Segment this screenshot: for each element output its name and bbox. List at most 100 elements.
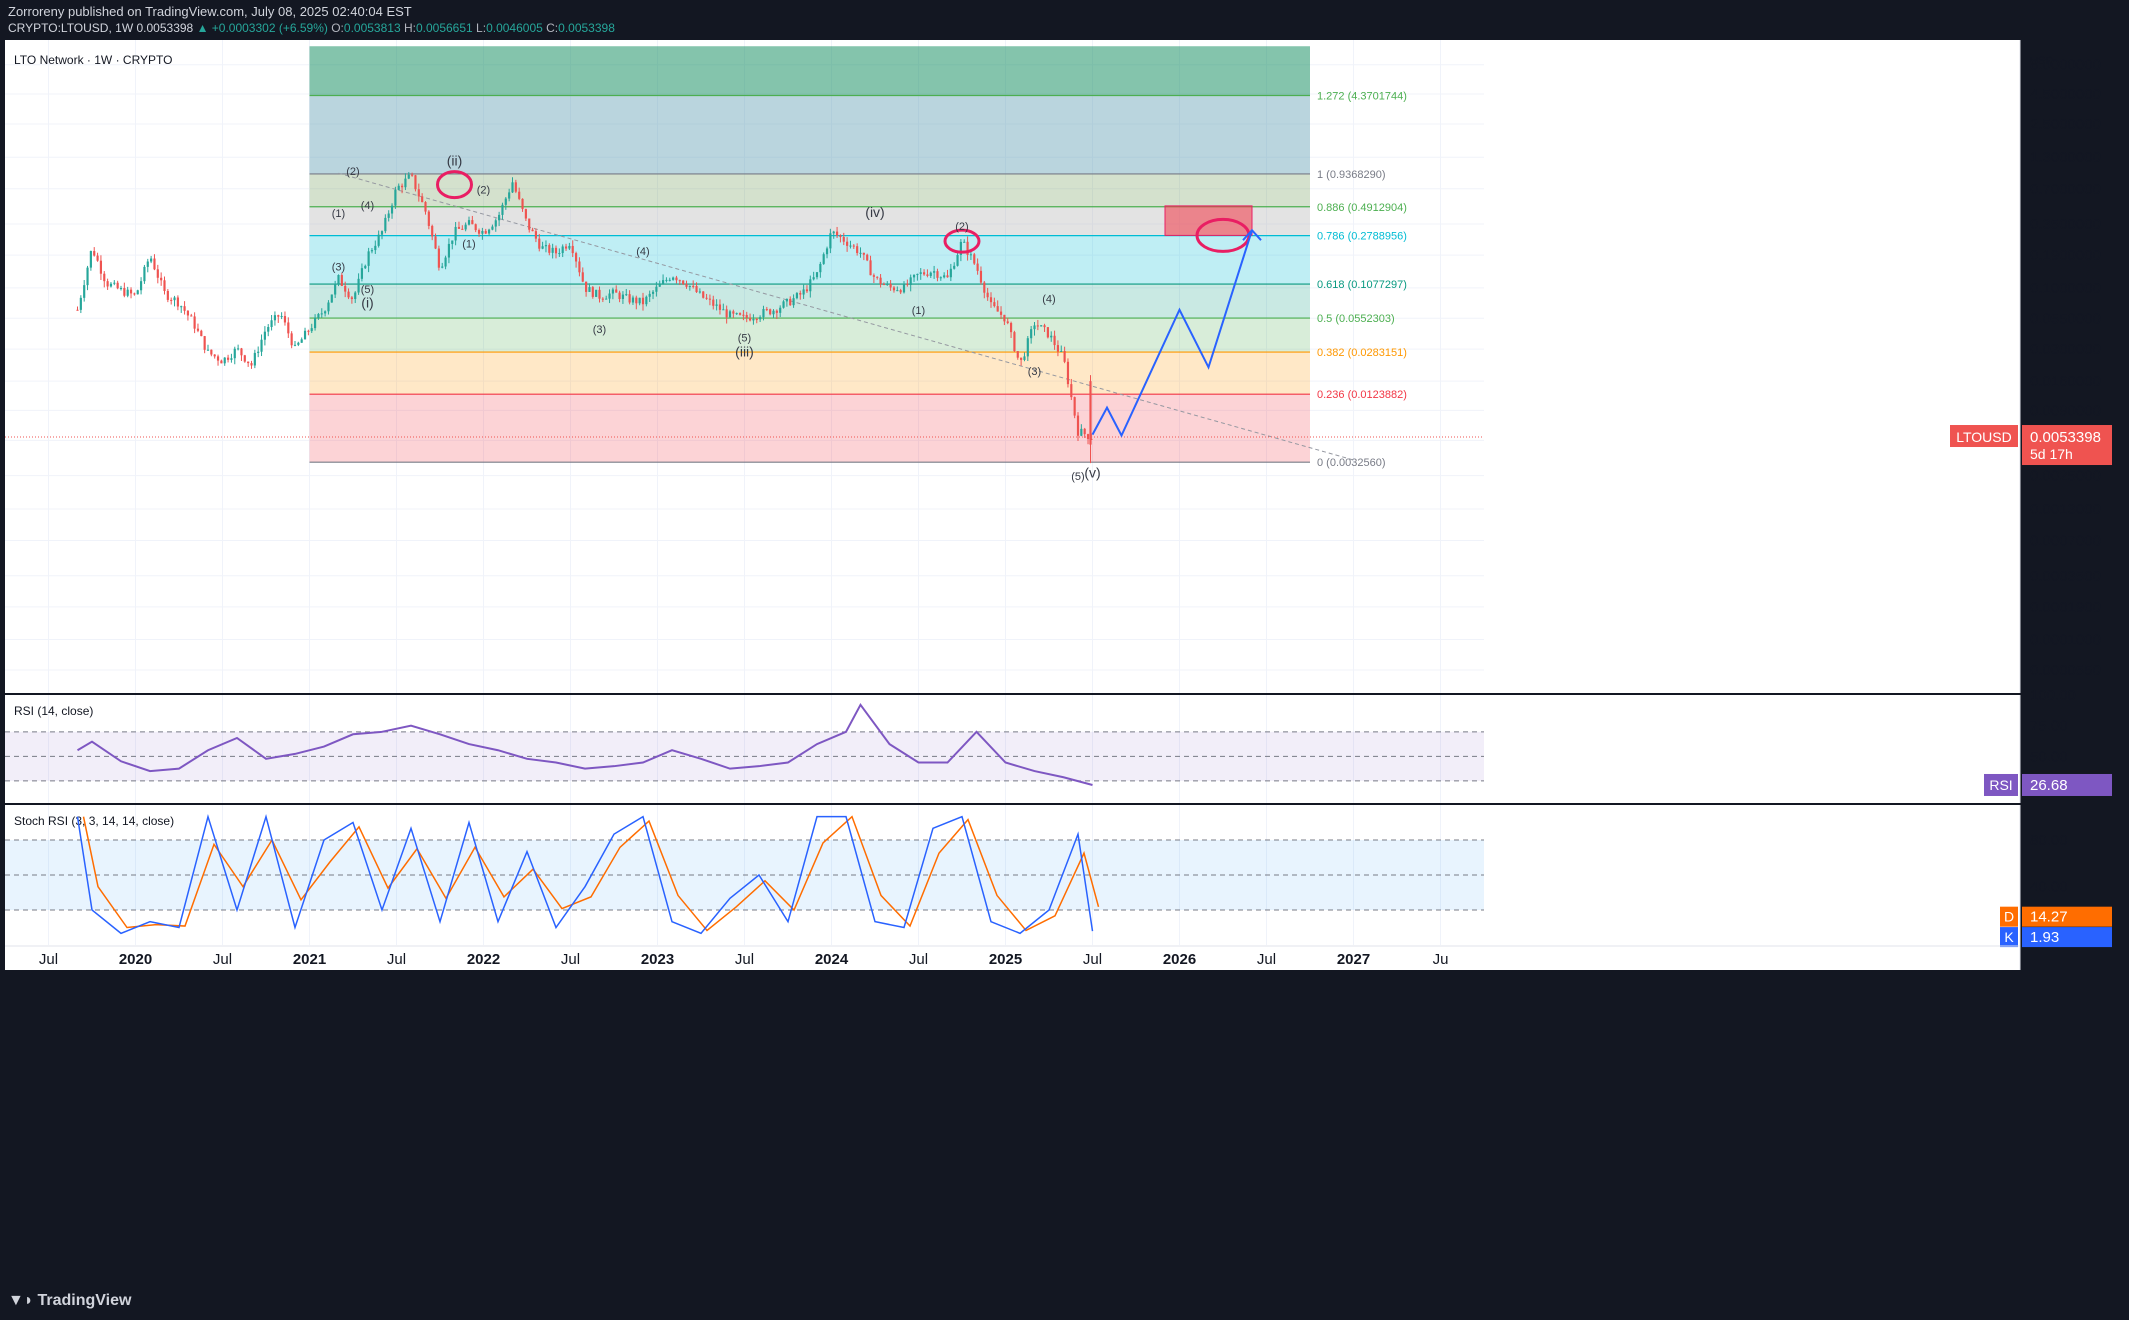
candle-body [939, 277, 942, 279]
price-axis-tick: 0.0550000 [2030, 310, 2101, 327]
candle-body [1013, 332, 1016, 352]
candle-body [976, 263, 979, 271]
candle-body [377, 234, 380, 246]
wave-label: (iii) [735, 343, 754, 359]
symbol-badge-label: LTOUSD [1956, 429, 2012, 445]
candle-body [916, 273, 919, 275]
candle-body [1060, 351, 1063, 353]
fib-zone [309, 206, 1310, 236]
candle-body [678, 280, 681, 282]
candle-body [708, 298, 712, 300]
candle-body [541, 246, 544, 249]
candle-body [979, 270, 983, 283]
candle-body [1030, 329, 1033, 339]
candle-body [591, 287, 594, 297]
candle-body [206, 349, 210, 351]
time-axis-tick: 2024 [815, 951, 849, 968]
candle-body [876, 276, 879, 278]
candle-body [698, 291, 701, 293]
candle-body [983, 282, 986, 293]
candle-body [641, 297, 645, 305]
candle-body [334, 283, 337, 295]
candle-body [370, 250, 374, 252]
candle-body [859, 252, 862, 254]
candle-body [303, 330, 307, 340]
candle-body [1016, 351, 1019, 358]
candle-body [163, 280, 166, 291]
candle-body [1056, 345, 1060, 352]
candle-body [176, 297, 179, 307]
candle-body [86, 267, 89, 286]
stoch-d-name: D [2004, 909, 2014, 925]
candle-body [193, 316, 196, 329]
candle-body [551, 247, 554, 253]
candle-body [357, 278, 360, 293]
candle-body [949, 268, 952, 278]
candle-body [451, 240, 454, 244]
wave-label: (i) [361, 294, 373, 310]
candle-body [156, 269, 159, 278]
stoch-d-value: 14.27 [2030, 909, 2068, 926]
candle-body [658, 284, 661, 287]
fib-zone [309, 46, 1310, 96]
candle-body [1053, 335, 1056, 346]
candle-body [126, 289, 129, 296]
candle-body [267, 327, 270, 332]
candle-body [136, 290, 139, 295]
candle-body [273, 315, 277, 321]
candle-body [240, 348, 243, 356]
candle-body [779, 307, 782, 313]
price-axis-tick: 0.0001900 [2030, 599, 2101, 616]
candle-body [842, 237, 845, 242]
candle-body [564, 246, 568, 249]
rsi-name-label: RSI [1989, 777, 2012, 793]
time-axis-tick: 2022 [467, 951, 500, 968]
candle-body [832, 231, 835, 234]
candle-body [688, 285, 691, 287]
candle-body [735, 313, 738, 315]
chart-canvas[interactable]: 1.272 (4.3701744) 1 (0.9368290) 0.886 (0.4… [0, 0, 2129, 1320]
candle-body [782, 301, 785, 308]
candle-body [166, 290, 169, 300]
candle-body [825, 248, 829, 255]
candle-body [742, 314, 745, 316]
chart-title: LTO Network · 1W · CRYPTO [14, 53, 172, 67]
time-axis-tick: Jul [213, 951, 232, 968]
candle-body [661, 280, 665, 285]
rsi-title: RSI (14, close) [14, 704, 93, 718]
candle-body [457, 226, 461, 229]
time-axis-tick: Jul [387, 951, 406, 968]
candle-body [434, 236, 437, 249]
candle-body [922, 272, 926, 275]
fib-level-label: 0.618 (0.1077297) [1317, 279, 1407, 291]
candle-body [722, 309, 725, 311]
tradingview-logo-icon: ▼◗ [8, 1292, 34, 1309]
time-axis-tick: Jul [735, 951, 754, 968]
candle-body [625, 294, 628, 296]
candle-body [474, 224, 477, 231]
candle-body [909, 277, 912, 285]
candle-body [835, 231, 839, 236]
candle-body [123, 288, 126, 296]
candle-body [397, 185, 400, 190]
candle-body [665, 279, 668, 281]
candle-body [226, 357, 230, 360]
candle-body [464, 224, 467, 230]
candle-body [738, 313, 742, 315]
candle-body [494, 220, 497, 227]
candle-body [180, 306, 183, 308]
candle-body [581, 272, 584, 282]
candle-body [427, 211, 430, 226]
candle-body [929, 272, 932, 276]
candle-body [601, 298, 604, 300]
candle-body [287, 322, 290, 334]
candle-body [815, 272, 819, 278]
candle-body [839, 235, 842, 238]
candle-body [655, 286, 658, 292]
candle-body [538, 238, 541, 249]
candle-body [360, 268, 364, 279]
wave-label: (5) [738, 332, 751, 344]
time-axis-tick: Jul [1083, 951, 1102, 968]
candle-body [447, 243, 451, 258]
candle-body [608, 293, 611, 299]
